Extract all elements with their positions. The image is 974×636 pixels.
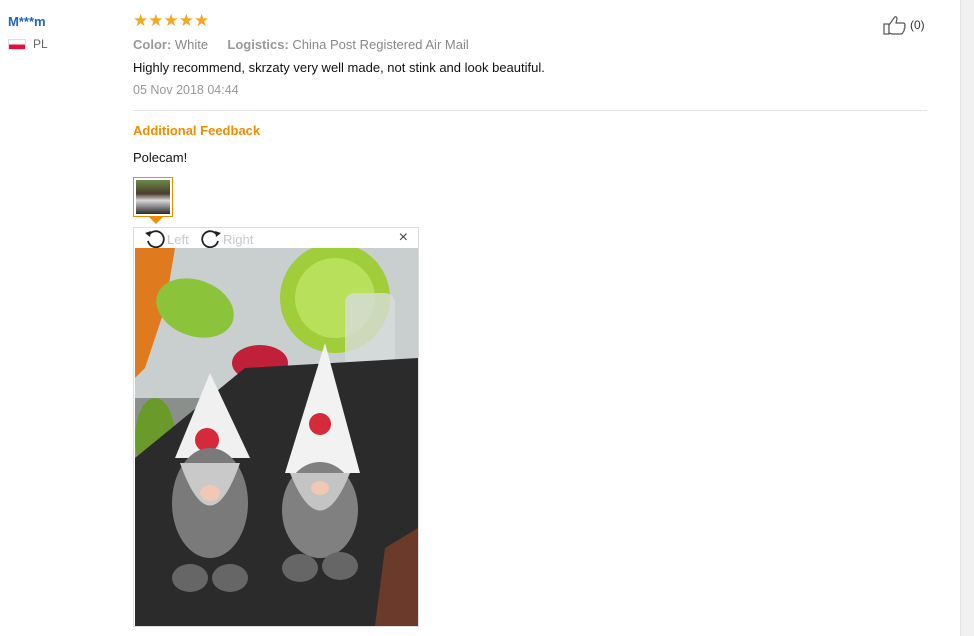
close-viewer-button[interactable]: × bbox=[399, 229, 408, 247]
helpful-count: (0) bbox=[910, 18, 925, 32]
order-attributes: Color: White Logistics: China Post Regis… bbox=[133, 37, 928, 52]
review-date: 05 Nov 2018 04:44 bbox=[133, 83, 239, 97]
logistics-value: China Post Registered Air Mail bbox=[292, 37, 469, 52]
divider bbox=[133, 110, 927, 111]
star-rating: ★★★★★ bbox=[133, 11, 210, 30]
thumbnail-pointer bbox=[149, 217, 163, 224]
reviewer-info: M***m PL bbox=[8, 14, 48, 51]
photo-viewer: Left Right × bbox=[133, 227, 419, 627]
thumbnail-image bbox=[136, 180, 170, 214]
rotate-right-button[interactable]: Right bbox=[200, 229, 253, 249]
helpful-button[interactable]: (0) bbox=[883, 15, 925, 35]
color-label: Color: bbox=[133, 37, 172, 52]
reviewer-name[interactable]: M***m bbox=[8, 14, 48, 29]
review-photo-thumbnail[interactable] bbox=[133, 177, 173, 217]
additional-feedback-text: Polecam! bbox=[133, 150, 188, 165]
rotate-left-button[interactable]: Left bbox=[144, 229, 189, 249]
review-text: Highly recommend, skrzaty very well made… bbox=[133, 60, 545, 75]
poland-flag-icon bbox=[8, 38, 26, 50]
viewer-toolbar: Left Right × bbox=[134, 228, 418, 249]
country-code: PL bbox=[33, 37, 48, 51]
rotate-left-label: Left bbox=[167, 231, 189, 247]
review-photo bbox=[135, 248, 418, 626]
additional-feedback-heading: Additional Feedback bbox=[133, 123, 261, 138]
rotate-right-icon bbox=[201, 230, 221, 249]
reviewer-country: PL bbox=[8, 37, 48, 51]
scrollbar[interactable] bbox=[960, 0, 974, 636]
logistics-label: Logistics: bbox=[227, 37, 289, 52]
rotate-left-icon bbox=[145, 230, 165, 249]
color-value: White bbox=[174, 37, 209, 52]
review-body: ★★★★★ Color: White Logistics: China Post… bbox=[133, 11, 928, 98]
rotate-right-label: Right bbox=[223, 231, 254, 247]
thumbs-up-icon bbox=[883, 16, 906, 35]
